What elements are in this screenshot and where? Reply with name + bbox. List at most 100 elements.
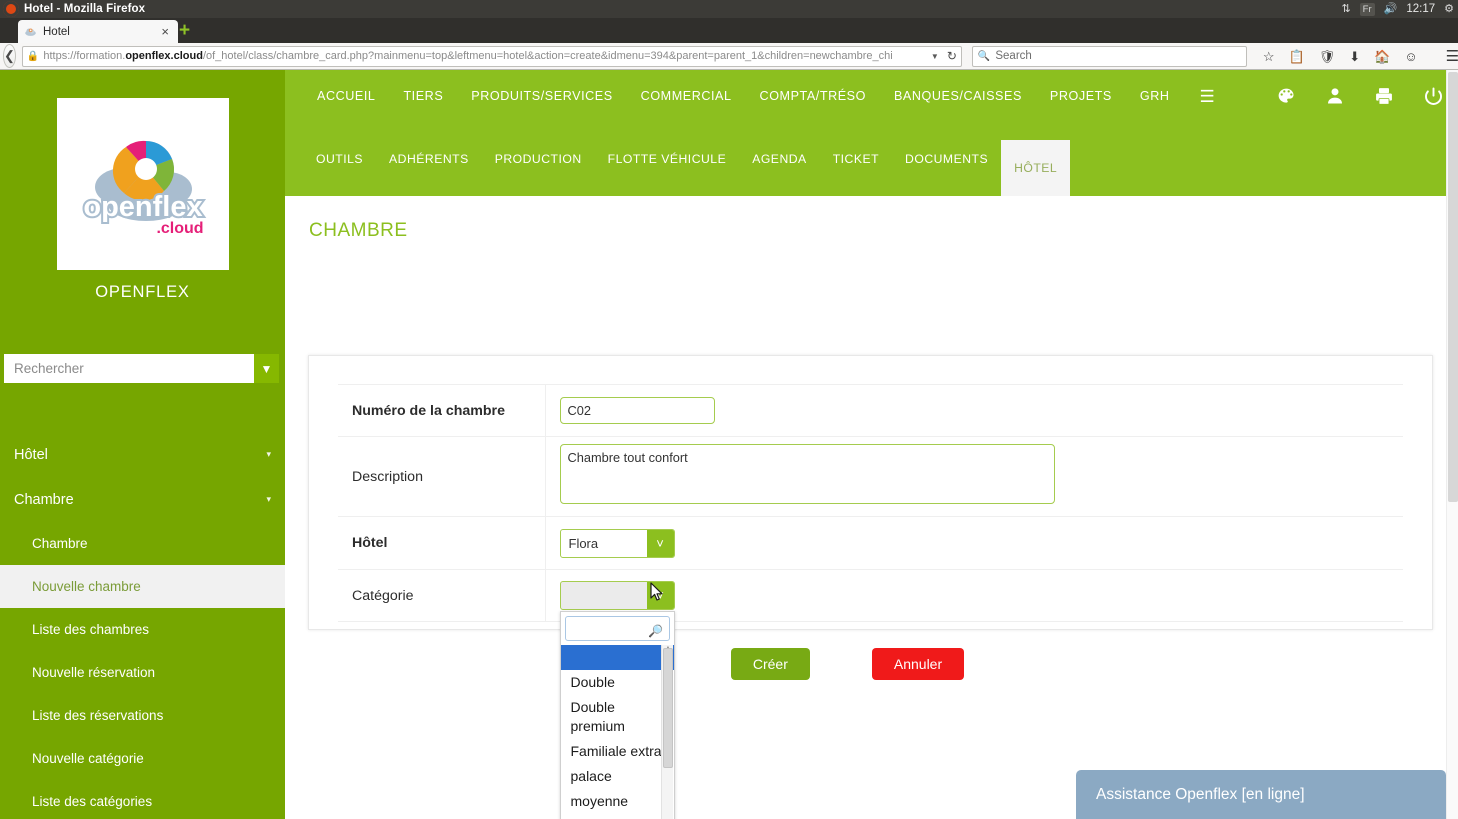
dropdown-option-list[interactable]: Double Double premium Familiale extra pa… [560,645,674,819]
network-up-down-icon[interactable]: ⇅ [1341,3,1350,15]
openflex-logo-icon: openflex .cloud [81,140,204,237]
top-menu-compta-treso[interactable]: COMPTA/TRÉSO [746,89,880,103]
hotel-select[interactable]: Flora ˅ [559,528,675,558]
top-menu-banques-caisses[interactable]: BANQUES/CAISSES [880,89,1036,103]
numero-input[interactable] [559,397,715,424]
chevron-down-icon[interactable]: ▾ [266,494,271,505]
cancel-button[interactable]: Annuler [871,648,965,680]
user-icon[interactable] [1324,85,1346,107]
smiley-icon[interactable]: ☺ [1404,50,1417,63]
description-textarea[interactable] [559,444,1055,504]
dropdown-option[interactable]: palace [561,764,674,789]
ubuntu-logo-icon [3,1,19,17]
sidebar-nav: Hôtel ▾ Chambre ▾ Chambre Nouvelle chamb… [0,432,285,819]
download-icon[interactable]: ⬇ [1349,50,1360,63]
top-menu-produits-services[interactable]: PRODUITS/SERVICES [457,89,626,103]
back-button-icon[interactable]: ❮ [3,44,16,68]
assistance-label: Assistance Openflex [en ligne] [1096,785,1305,803]
browser-search-box[interactable]: 🔍 Search [971,45,1247,67]
close-icon[interactable]: × [158,25,172,38]
chevron-down-icon[interactable]: ▾ [266,449,271,460]
sidebar-search: ▼ [4,354,279,383]
dropdown-option[interactable]: Double premium [561,695,674,739]
sub-menu-outils[interactable]: OUTILS [303,122,376,196]
dropdown-option[interactable]: Double [561,670,674,695]
clipboard-icon[interactable]: 📋 [1289,50,1305,63]
scrollbar-thumb[interactable] [662,648,673,768]
chevron-down-icon[interactable]: ˅ [646,529,674,557]
printer-icon[interactable] [1373,85,1395,107]
sidebar-item-chambre[interactable]: Chambre [0,522,285,565]
reload-icon[interactable]: ↻ [947,49,957,63]
browser-tab[interactable]: Hotel × [18,20,178,43]
sidebar-group-hotel[interactable]: Hôtel ▾ [0,432,285,477]
volume-icon[interactable]: 🔊 [1384,3,1398,15]
sidebar-item-nouvelle-categorie[interactable]: Nouvelle catégorie [0,737,285,780]
url-host: openflex.cloud [125,50,203,62]
form-row-hotel: Hôtel Flora ˅ [338,516,1403,570]
sub-menu-items: OUTILS ADHÉRENTS PRODUCTION FLOTTE VÉHIC… [285,122,1458,196]
sidebar-item-liste-des-categories[interactable]: Liste des catégories [0,780,285,819]
gear-icon[interactable]: ⚙ [1444,3,1454,15]
form-row-numero: Numéro de la chambre [338,384,1403,437]
sub-menu-hotel[interactable]: HÔTEL [1001,140,1071,196]
search-icon: 🔍 [977,50,991,62]
sidebar: openflex .cloud OPENFLEX ▼ Hôtel ▾ Chamb… [0,70,285,819]
assistance-widget[interactable]: Assistance Openflex [en ligne] [1076,770,1446,819]
new-tab-button[interactable]: + [176,21,193,40]
top-right-icons [1275,70,1444,122]
form-card: Numéro de la chambre Description Hôtel [308,355,1433,819]
sub-menu-documents[interactable]: DOCUMENTS [892,122,1001,196]
search-input[interactable] [4,354,254,383]
chevron-down-icon[interactable]: ▼ [931,52,939,61]
top-menu-accueil[interactable]: ACCUEIL [303,89,389,103]
dropdown-option[interactable]: Familiale extra [561,739,674,764]
dropdown-option[interactable] [560,645,674,670]
sidebar-group-chambre[interactable]: Chambre ▾ [0,477,285,522]
value-categorie: ˅ 🔍 Double Double premium Familiale extr… [545,570,1403,819]
sub-menu-production[interactable]: PRODUCTION [482,122,595,196]
page-scrollbar[interactable] [1446,70,1458,819]
label-numero: Numéro de la chambre [338,384,546,437]
shield-icon[interactable]: 🛡 [1319,50,1336,63]
hamburger-menu-icon[interactable]: ☰ [1183,88,1230,105]
sub-menu-flotte-vehicule[interactable]: FLOTTE VÉHICULE [595,122,740,196]
lock-icon: 🔒 [26,50,40,62]
clock[interactable]: 12:17 [1406,3,1435,15]
dropdown-option[interactable]: V I P [561,814,674,819]
hamburger-menu-icon[interactable]: ☰ [1446,47,1458,65]
brand-logo[interactable]: openflex .cloud [56,98,229,270]
dropdown-search-wrap: 🔍 [561,612,674,645]
power-icon[interactable] [1422,85,1444,107]
home-icon[interactable]: 🏠 [1374,50,1390,63]
sidebar-item-liste-des-reservations[interactable]: Liste des réservations [0,694,285,737]
url-path: /of_hotel/class/chambre_card.php?mainmen… [202,50,893,62]
sidebar-item-nouvelle-chambre[interactable]: Nouvelle chambre [0,565,285,608]
top-menu-commercial[interactable]: COMMERCIAL [627,89,746,103]
top-menu-bar: ACCUEIL TIERS PRODUITS/SERVICES COMMERCI… [285,70,1458,122]
hotel-select-box[interactable]: Flora ˅ [559,528,675,558]
url-host-prefix: formation. [76,50,126,62]
scrollbar-thumb[interactable] [1448,72,1458,502]
sub-menu-adherents[interactable]: ADHÉRENTS [376,122,482,196]
label-categorie: Catégorie [338,569,546,622]
top-menu-projets[interactable]: PROJETS [1036,89,1126,103]
browser-toolbar-icons: ☆ 📋 🛡 ⬇ 🏠 ☺ [1263,50,1418,63]
system-tray: ⇅ Fr 🔊 12:17 ⚙ [1341,0,1454,18]
address-bar[interactable]: 🔒 https://formation.openflex.cloud/of_ho… [21,45,962,67]
top-menu-grh[interactable]: GRH [1126,89,1184,103]
top-menu-tiers[interactable]: TIERS [389,89,457,103]
sidebar-item-liste-des-chambres[interactable]: Liste des chambres [0,608,285,651]
sub-menu-ticket[interactable]: TICKET [820,122,892,196]
dropdown-scrollbar[interactable]: ▲ ▼ [660,645,673,819]
dropdown-option[interactable]: moyenne [561,789,674,814]
keyboard-layout-indicator[interactable]: Fr [1359,2,1375,16]
chevron-down-icon[interactable]: ▼ [254,354,279,383]
label-description: Description [338,436,546,517]
hotel-select-value: Flora [568,535,599,551]
palette-icon[interactable] [1275,85,1297,107]
sidebar-item-nouvelle-reservation[interactable]: Nouvelle réservation [0,651,285,694]
star-icon[interactable]: ☆ [1263,50,1275,63]
sub-menu-agenda[interactable]: AGENDA [739,122,819,196]
create-button[interactable]: Créer [730,648,810,680]
